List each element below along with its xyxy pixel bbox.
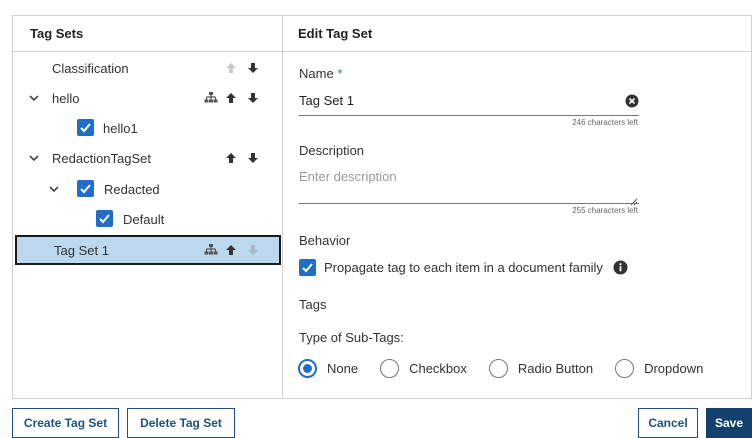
subtag-option-none[interactable]: None <box>298 359 358 378</box>
name-label: Name * <box>299 66 342 81</box>
description-input-underline <box>299 203 639 204</box>
subtag-option-radio-button[interactable]: Radio Button <box>488 359 594 378</box>
tree-item-redactiontagset[interactable]: RedactionTagSet <box>13 143 281 173</box>
row-actions <box>211 143 281 173</box>
tree-item-label: Default <box>123 211 165 227</box>
subtag-type-group: None Checkbox Radio Button Dropdown <box>298 359 725 378</box>
row-actions <box>204 83 281 113</box>
chevron-down-icon[interactable] <box>28 92 40 104</box>
create-tag-set-button[interactable]: Create Tag Set <box>12 408 119 438</box>
cancel-button[interactable]: Cancel <box>638 408 698 438</box>
tag-set-editor: Tag Sets Classification hello hello1 Red… <box>12 15 752 399</box>
name-char-counter: 246 characters left <box>572 118 638 127</box>
radio-unselected[interactable] <box>615 359 635 378</box>
arrow-down-icon <box>245 242 261 258</box>
tree-item-label: Redacted <box>104 181 160 197</box>
delete-tag-set-button[interactable]: Delete Tag Set <box>127 408 235 438</box>
required-marker: * <box>337 66 343 81</box>
tree-item-hello1[interactable]: hello1 <box>13 113 281 143</box>
arrow-down-icon[interactable] <box>245 150 261 166</box>
name-input[interactable]: Tag Set 1 <box>299 93 354 108</box>
checkbox-checked[interactable] <box>77 119 94 136</box>
description-label: Description <box>299 143 365 158</box>
checkbox-checked[interactable] <box>96 210 113 227</box>
info-icon[interactable] <box>613 260 628 275</box>
radio-label: Radio Button <box>517 361 594 376</box>
arrow-up-icon[interactable] <box>223 90 239 106</box>
tree-item-tag-set-1[interactable]: Tag Set 1 <box>15 235 281 265</box>
propagate-label: Propagate tag to each item in a document… <box>324 260 603 275</box>
hierarchy-icon[interactable] <box>203 242 219 258</box>
tree-item-classification[interactable]: Classification <box>13 53 281 83</box>
hierarchy-icon[interactable] <box>203 90 219 106</box>
tree-item-hello[interactable]: hello <box>13 83 281 113</box>
radio-unselected[interactable] <box>488 359 508 378</box>
subtag-option-dropdown[interactable]: Dropdown <box>615 359 703 378</box>
save-button[interactable]: Save <box>706 408 752 438</box>
edit-panel-title: Edit Tag Set <box>283 16 751 52</box>
radio-label: None <box>327 361 359 376</box>
arrow-up-icon <box>223 60 239 76</box>
arrow-down-icon[interactable] <box>245 60 261 76</box>
tags-label: Tags <box>299 297 327 312</box>
description-char-counter: 255 characters left <box>572 206 638 215</box>
propagate-option[interactable]: Propagate tag to each item in a document… <box>299 259 628 276</box>
row-actions <box>211 53 281 83</box>
arrow-up-icon[interactable] <box>223 150 239 166</box>
row-actions <box>204 237 281 263</box>
resize-handle-icon[interactable] <box>628 193 638 206</box>
radio-label: Dropdown <box>644 361 704 376</box>
tree-item-label: Tag Set 1 <box>54 242 109 258</box>
tree-item-label: hello <box>52 90 80 106</box>
edit-tag-set-panel: Edit Tag Set Name * Tag Set 1 246 charac… <box>283 16 751 398</box>
behavior-label: Behavior <box>299 233 351 248</box>
radio-selected[interactable] <box>298 359 317 378</box>
tree-item-default[interactable]: Default <box>13 204 281 234</box>
tree-item-label: hello1 <box>103 120 138 136</box>
subtags-label: Type of Sub-Tags: <box>299 330 404 345</box>
chevron-down-icon[interactable] <box>48 183 60 195</box>
tree-item-redacted[interactable]: Redacted <box>13 174 281 204</box>
propagate-checkbox[interactable] <box>299 259 316 276</box>
name-label-text: Name <box>299 66 334 81</box>
checkbox-checked[interactable] <box>77 180 94 197</box>
description-input[interactable]: Enter description <box>299 169 397 184</box>
name-input-underline <box>299 115 639 116</box>
arrow-up-icon[interactable] <box>223 242 239 258</box>
subtag-option-checkbox[interactable]: Checkbox <box>380 359 467 378</box>
radio-label: Checkbox <box>409 361 467 376</box>
tree-item-label: RedactionTagSet <box>52 150 152 166</box>
tag-sets-panel: Tag Sets Classification hello hello1 Red… <box>13 16 283 398</box>
tree-item-label: Classification <box>52 60 129 76</box>
tag-sets-title: Tag Sets <box>13 16 282 52</box>
chevron-down-icon[interactable] <box>28 152 40 164</box>
clear-icon[interactable] <box>625 94 639 108</box>
radio-unselected[interactable] <box>380 359 400 378</box>
arrow-down-icon[interactable] <box>245 90 261 106</box>
